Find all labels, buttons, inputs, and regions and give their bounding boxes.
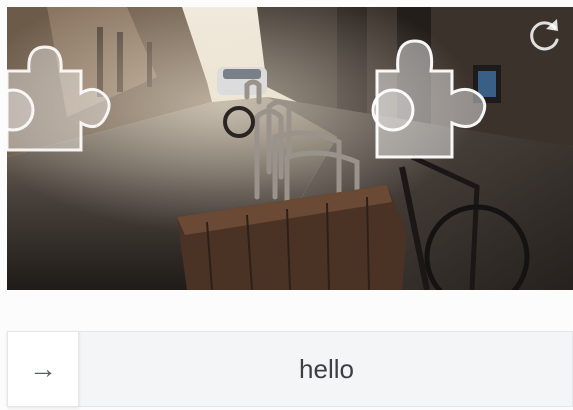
slider-track-label: hello (299, 353, 354, 384)
slider-handle-button[interactable]: → (7, 331, 79, 407)
slider-captcha: hello → (0, 0, 573, 410)
arrow-right-icon: → (29, 353, 57, 384)
puzzle-background-image (7, 7, 573, 290)
refresh-icon[interactable] (524, 14, 566, 56)
